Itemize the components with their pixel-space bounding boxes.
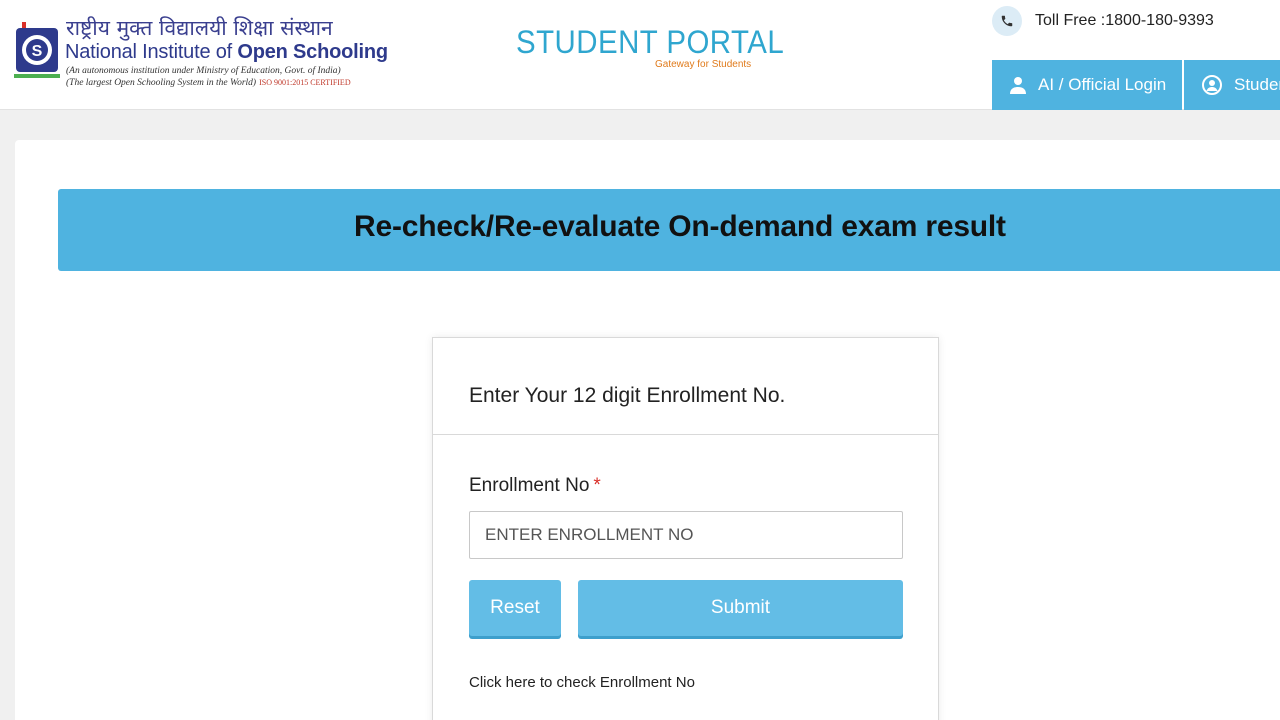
reset-button[interactable]: Reset	[469, 580, 561, 636]
check-enrollment-link[interactable]: Click here to check Enrollment No	[469, 674, 695, 691]
institute-name-bold: Open Schooling	[237, 41, 388, 63]
institute-name: National Institute of Open Schooling	[65, 41, 388, 64]
institute-subtitle: (An autonomous institution under Ministr…	[66, 66, 341, 76]
user-circle-icon	[1202, 75, 1222, 95]
institute-name-prefix: National Institute of	[65, 41, 238, 63]
form-heading: Enter Your 12 digit Enrollment No.	[469, 384, 786, 407]
user-icon	[1010, 76, 1026, 94]
ai-official-login-label: AI / Official Login	[1038, 75, 1167, 94]
institute-tagline: (The largest Open Schooling System in th…	[66, 78, 351, 88]
enrollment-label: Enrollment No *	[469, 475, 601, 497]
enrollment-label-text: Enrollment No	[469, 475, 590, 496]
iso-badge: ISO 9001:2015 CERTIFIED	[259, 78, 351, 87]
enrollment-input[interactable]	[469, 511, 903, 559]
submit-button[interactable]: Submit	[578, 580, 903, 636]
form-header: Enter Your 12 digit Enrollment No.	[433, 338, 938, 435]
toll-free-number: Toll Free :1800-180-9393	[1035, 12, 1214, 29]
page-title: Re-check/Re-evaluate On-demand exam resu…	[354, 210, 1006, 243]
institute-tagline-text: (The largest Open Schooling System in th…	[66, 78, 257, 88]
site-header: S राष्ट्रीय मुक्त विद्यालयी शिक्षा संस्थ…	[0, 0, 1280, 110]
enrollment-form-card: Enter Your 12 digit Enrollment No. Enrol…	[432, 337, 939, 720]
portal-tagline: Gateway for Students	[655, 59, 752, 70]
svg-text:S: S	[32, 43, 43, 60]
required-marker: *	[593, 475, 601, 496]
portal-title: STUDENT PORTAL	[516, 24, 785, 60]
institute-name-hindi: राष्ट्रीय मुक्त विद्यालयी शिक्षा संस्थान	[66, 16, 333, 40]
student-login-label: Student Login	[1234, 75, 1280, 94]
phone-icon	[992, 6, 1022, 36]
student-login-button[interactable]: Student Login	[1184, 60, 1280, 110]
nios-logo-icon[interactable]: S	[14, 20, 60, 82]
ai-official-login-button[interactable]: AI / Official Login	[992, 60, 1182, 110]
